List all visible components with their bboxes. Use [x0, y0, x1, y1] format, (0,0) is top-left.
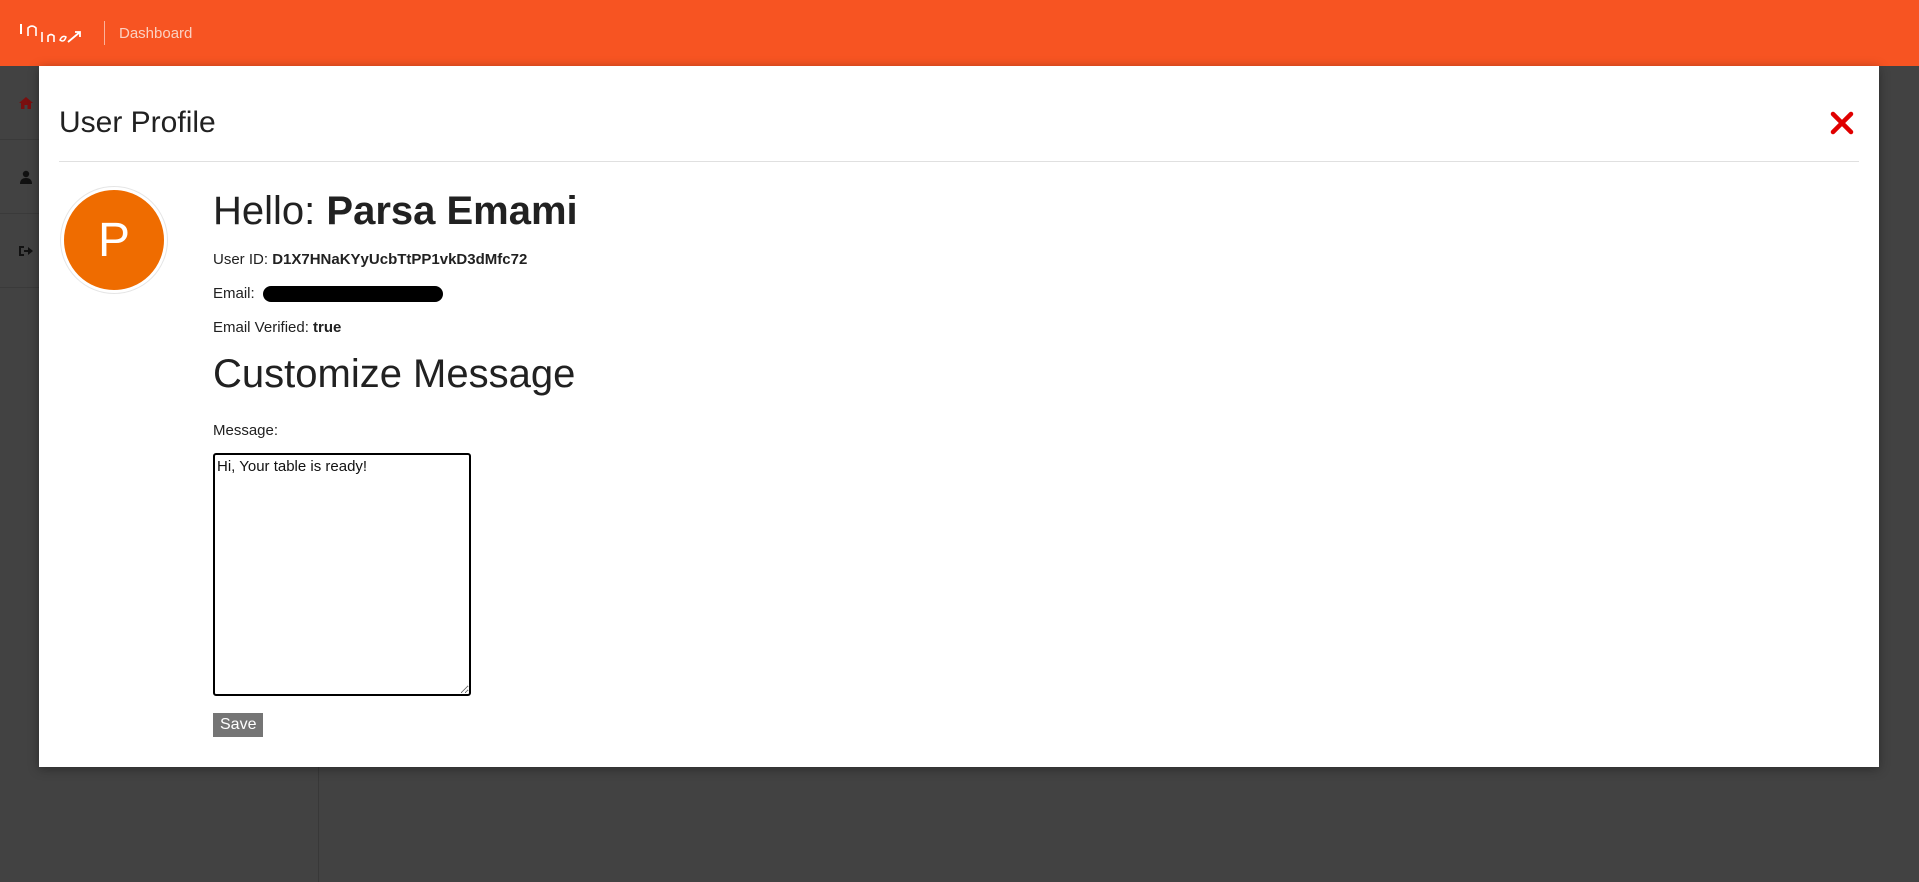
greeting-prefix: Hello: [213, 189, 327, 233]
save-button[interactable]: Save [213, 713, 264, 737]
user-profile-modal: User Profile P Hello: Parsa Emami User I… [39, 66, 1879, 767]
close-icon [1830, 111, 1854, 135]
email-label: Email: [213, 285, 259, 302]
message-textarea[interactable]: Hi, Your table is ready! [213, 453, 471, 696]
user-name: Parsa Emami [326, 189, 578, 233]
top-navbar: Dashboard [0, 0, 1919, 66]
email-redacted [262, 286, 443, 303]
close-button[interactable] [1829, 110, 1855, 136]
user-icon [18, 169, 34, 185]
sign-out-icon [18, 243, 34, 259]
dashboard-link[interactable]: Dashboard [119, 25, 192, 42]
modal-title: User Profile [59, 106, 216, 139]
user-id-label: User ID: [213, 251, 273, 268]
home-icon [18, 95, 34, 111]
profile-content: Hello: Parsa Emami User ID: D1X7HNaKYyUc… [213, 186, 578, 737]
email-row: Email: [213, 284, 578, 304]
avatar: P [61, 187, 167, 293]
message-label: Message: [213, 422, 279, 439]
modal-header: User Profile [59, 66, 1859, 162]
greeting: Hello: Parsa Emami [213, 186, 578, 236]
email-verified-label: Email Verified: [213, 319, 314, 336]
app-logo[interactable] [18, 13, 90, 53]
logo-wordmark [20, 24, 81, 43]
email-verified-row: Email Verified: true [213, 318, 578, 338]
email-verified-value: true [313, 319, 342, 336]
user-id-row: User ID: D1X7HNaKYyUcbTtPP1vkD3dMfc72 [213, 250, 578, 270]
user-id-value: D1X7HNaKYyUcbTtPP1vkD3dMfc72 [272, 251, 528, 268]
navbar-divider [104, 21, 105, 45]
customize-heading: Customize Message [213, 352, 576, 396]
